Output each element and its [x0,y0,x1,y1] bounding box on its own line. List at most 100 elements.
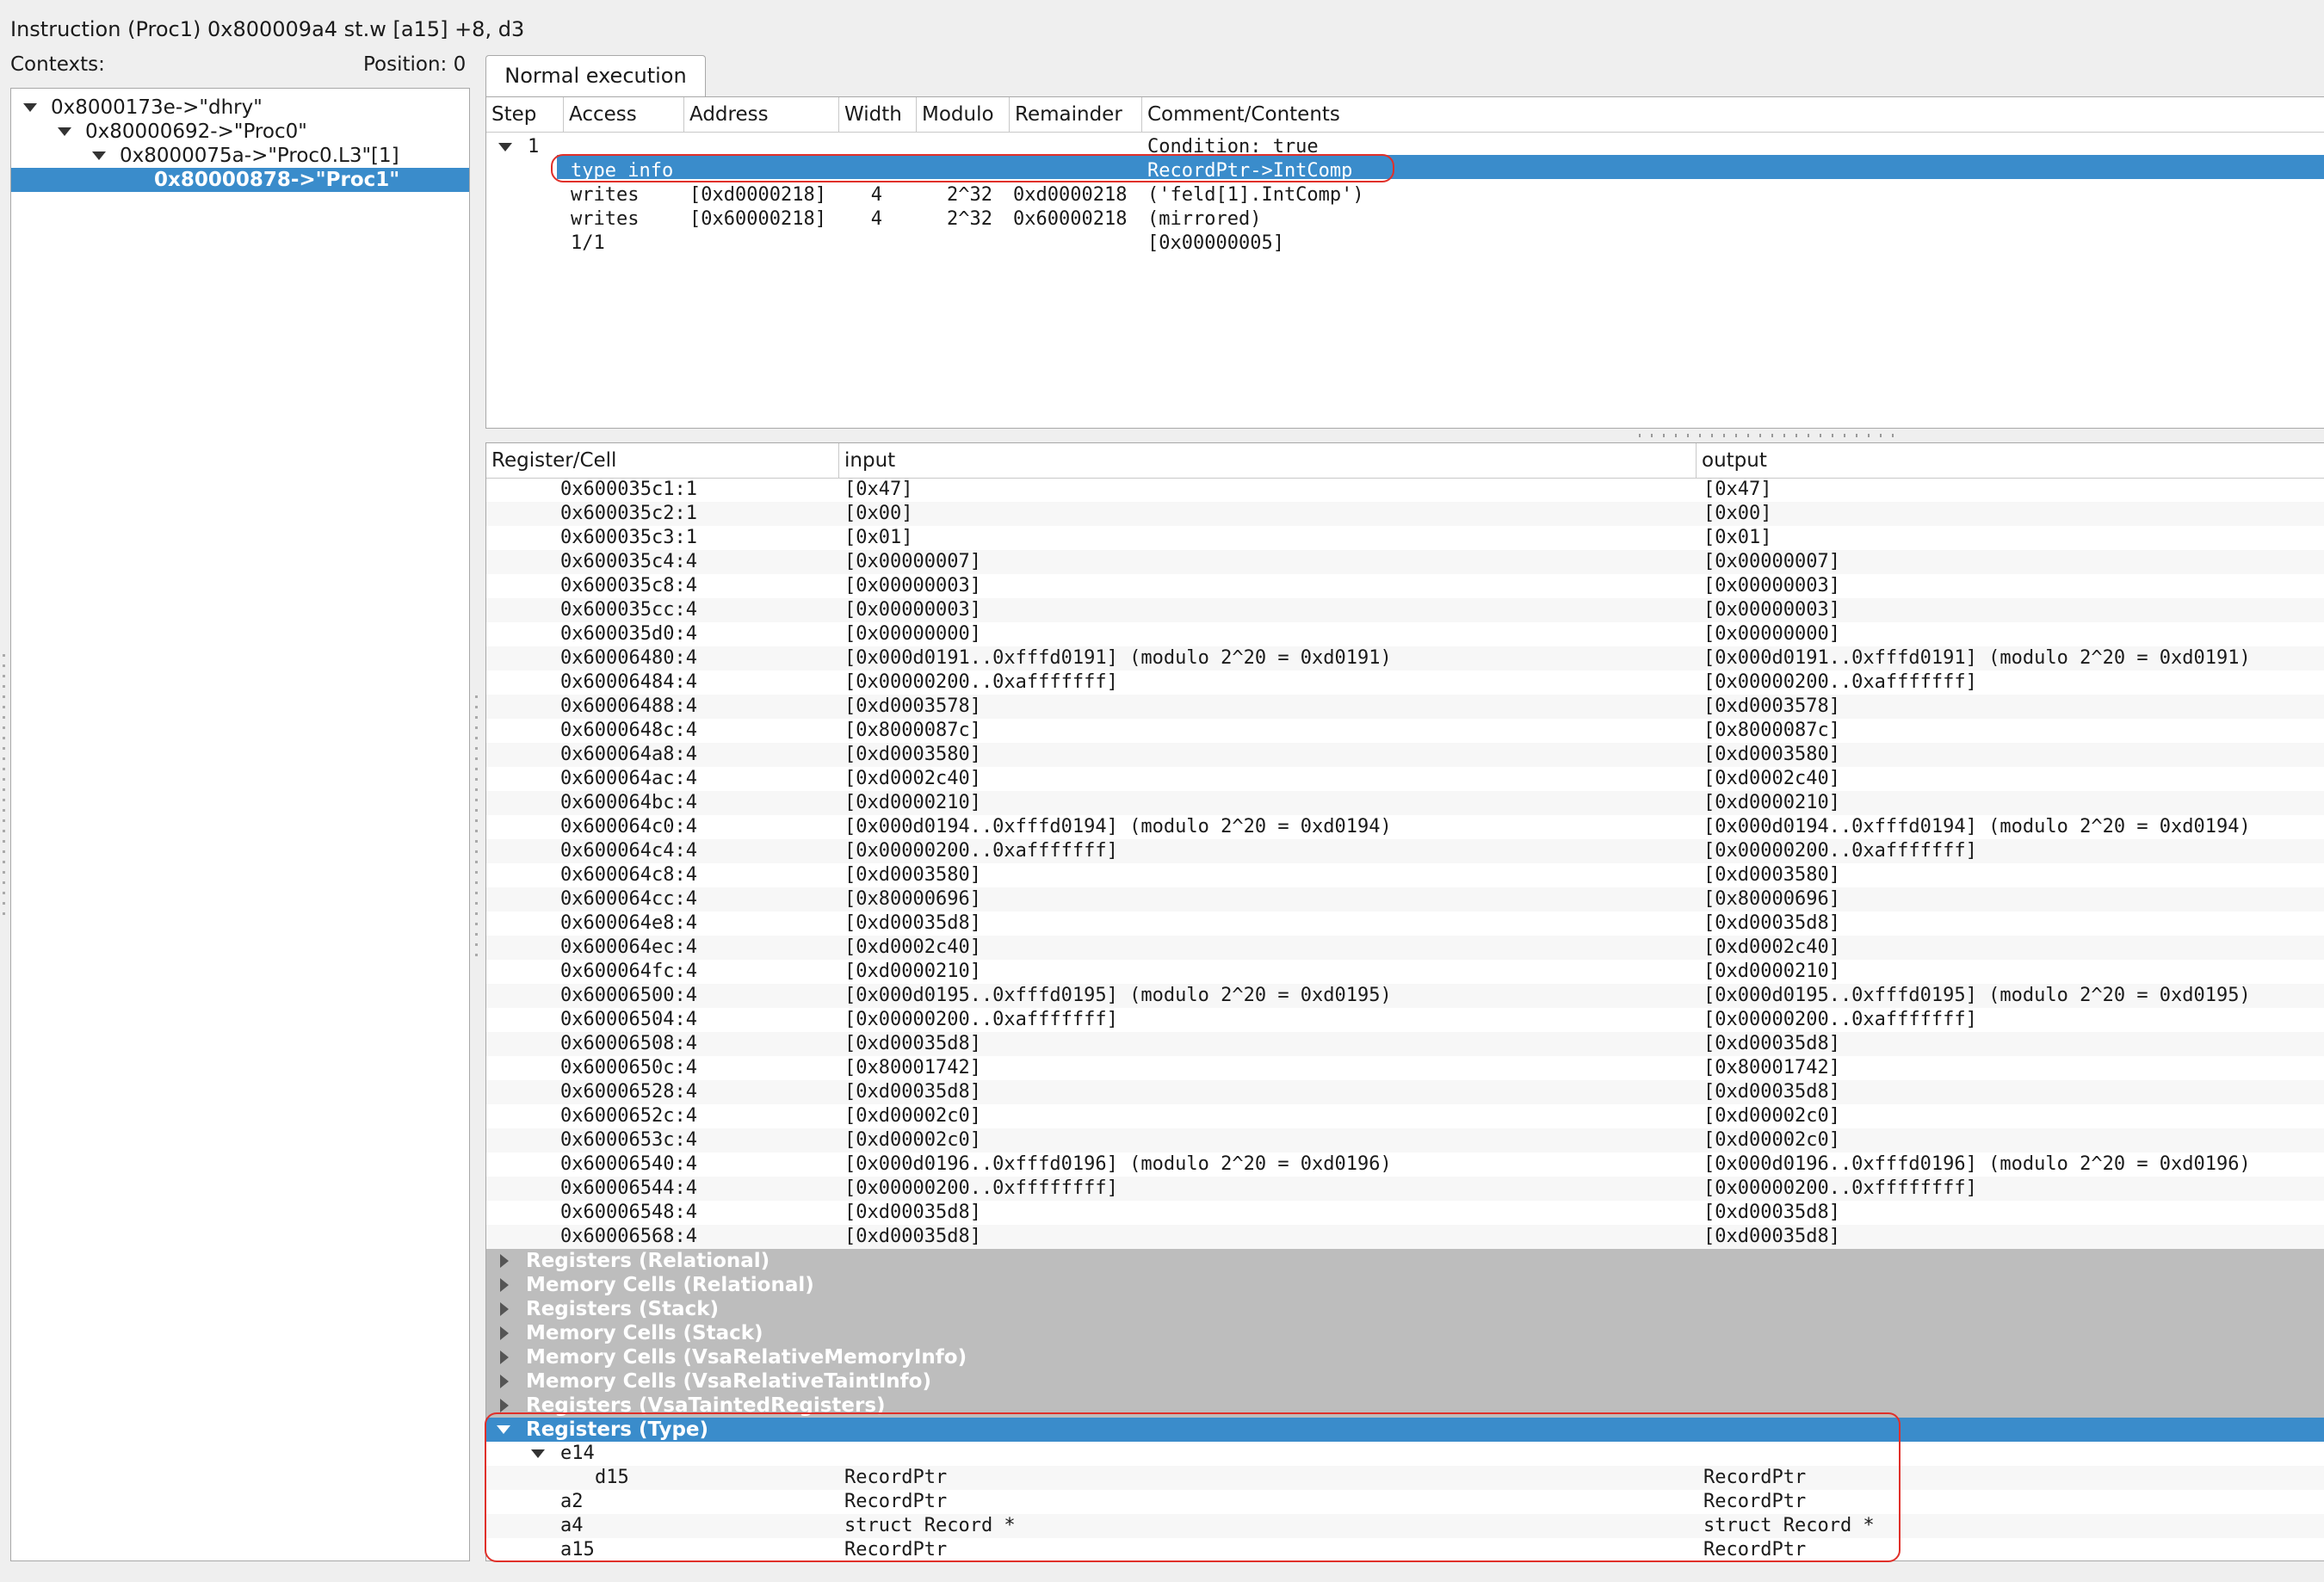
reg-cell-output: [0xd0002c40] [1703,768,1840,789]
table-row[interactable]: 0x6000653c:4 [0xd00002c0] [0xd00002c0] [486,1128,2324,1153]
side-grip [475,943,478,946]
group-header[interactable]: Registers (Relational) [486,1249,2324,1273]
type-row[interactable]: a4 struct Record * struct Record * [486,1514,2324,1538]
expand-arrow-icon[interactable] [500,1350,509,1364]
table-row[interactable]: 0x6000648c:4 [0x8000087c] [0x8000087c] [486,719,2324,743]
table-row[interactable]: 0x600064a8:4 [0xd0003580] [0xd0003580] [486,743,2324,767]
table-row[interactable]: 0x60006508:4 [0xd00035d8] [0xd00035d8] [486,1032,2324,1056]
table-row[interactable]: 0x60006540:4 [0x000d0196..0xfffd0196] (mo… [486,1153,2324,1177]
col-header-access[interactable]: Access [564,97,684,132]
table-row[interactable]: 0x600064cc:4 [0x80000696] [0x80000696] [486,887,2324,912]
type-row[interactable]: d15 RecordPtr RecordPtr [486,1466,2324,1490]
group-header[interactable]: Memory Cells (VsaRelativeMemoryInfo) [486,1345,2324,1369]
reg-cell-input: [0xd0003578] [844,695,981,717]
reg-cell-cell: 0x600064bc:4 [560,792,697,813]
table-row[interactable]: 0x60006480:4 [0x000d0191..0xfffd0191] (mo… [486,646,2324,670]
col-header-modulo[interactable]: Modulo [917,97,1010,132]
contexts-tree[interactable]: 0x8000173e->"dhry" 0x80000692->"Proc0" 0x8… [10,88,470,1561]
reg-cell-output: [0x000d0191..0xfffd0191] (modulo 2^20 = … [1703,647,2251,669]
type-row[interactable]: a2 RecordPtr RecordPtr [486,1490,2324,1514]
type-cell-output: RecordPtr [1703,1467,1807,1488]
col-header-width[interactable]: Width [839,97,917,132]
reg-cell-output: [0x8000087c] [1703,720,1840,741]
expand-arrow-icon[interactable] [58,127,71,136]
table-row[interactable]: 0x60006548:4 [0xd00035d8] [0xd00035d8] [486,1201,2324,1225]
type-row[interactable]: a15 RecordPtr RecordPtr [486,1538,2324,1560]
type-row[interactable]: e14 [486,1442,2324,1466]
reg-cell-output: [0x00] [1703,503,1772,524]
context-item[interactable]: 0x80000692->"Proc0" [11,120,469,144]
expand-arrow-icon[interactable] [500,1302,509,1316]
table-row[interactable]: 0x60006488:4 [0xd0003578] [0xd0003578] [486,695,2324,719]
type-cell-cell: a2 [560,1491,584,1512]
expand-arrow-icon[interactable] [23,103,37,112]
col-header-register-cell[interactable]: Register/Cell [486,443,839,478]
table-row[interactable]: 0x6000652c:4 [0xd00002c0] [0xd00002c0] [486,1104,2324,1128]
group-header[interactable]: Registers (VsaTaintedRegisters) [486,1394,2324,1418]
group-header-type[interactable]: Registers (Type) [486,1418,2324,1442]
col-header-remainder[interactable]: Remainder [1010,97,1142,132]
reg-cell-cell: 0x600064c4:4 [560,840,697,862]
table-row[interactable]: 0x600064c8:4 [0xd0003580] [0xd0003580] [486,863,2324,887]
group-label: Registers (Type) [526,1418,709,1441]
side-grip [475,737,478,739]
expand-arrow-icon[interactable] [500,1326,509,1340]
table-row[interactable]: 0x600035c2:1 [0x00] [0x00] [486,502,2324,526]
col-header-output[interactable]: output [1697,443,2324,478]
context-label: 0x80000692->"Proc0" [85,121,307,143]
col-header-comment[interactable]: Comment/Contents [1142,97,2324,132]
table-row[interactable]: 0x600064ac:4 [0xd0002c40] [0xd0002c40] [486,767,2324,791]
group-label: Memory Cells (VsaRelativeMemoryInfo) [526,1346,967,1369]
table-row[interactable]: 0x6000650c:4 [0x80001742] [0x80001742] [486,1056,2324,1080]
table-row[interactable]: 0x60006500:4 [0x000d0195..0xfffd0195] (mo… [486,984,2324,1008]
group-header[interactable]: Registers (Stack) [486,1297,2324,1321]
side-grip [475,954,478,956]
table-row[interactable]: 0x600035c8:4 [0x00000003] [0x00000003] [486,574,2324,598]
table-row[interactable]: 0x60006568:4 [0xd00035d8] [0xd00035d8] [486,1225,2324,1249]
table-row[interactable]: 0x600064c4:4 [0x00000200..0xafffffff] [0x0… [486,839,2324,863]
table-row[interactable]: 0x60006484:4 [0x00000200..0xafffffff] [0x0… [486,670,2324,695]
table-row[interactable]: 0x600064c0:4 [0x000d0194..0xfffd0194] (mo… [486,815,2324,839]
table-row[interactable]: 0x60006504:4 [0x00000200..0xafffffff] [0x0… [486,1008,2324,1032]
step-cell-modulo [917,232,992,256]
expand-arrow-icon[interactable] [92,151,106,160]
context-item[interactable]: 0x8000173e->"dhry" [11,96,469,120]
reg-cell-input: [0xd0002c40] [844,936,981,958]
table-row[interactable]: 0x600064bc:4 [0xd0000210] [0xd0000210] [486,791,2324,815]
expand-arrow-icon[interactable] [500,1375,509,1388]
table-row[interactable]: 0x600064fc:4 [0xd0000210] [0xd0000210] [486,960,2324,984]
reg-cell-output: [0x00000200..0xafffffff] [1703,1009,1977,1030]
table-row[interactable]: 0x60006528:4 [0xd00035d8] [0xd00035d8] [486,1080,2324,1104]
panel-splitter[interactable] [485,429,2324,442]
expand-arrow-icon[interactable] [500,1254,509,1268]
reg-cell-cell: 0x6000652c:4 [560,1105,697,1127]
expand-arrow-icon[interactable] [500,1278,509,1292]
table-row[interactable]: 0x600064ec:4 [0xd0002c40] [0xd0002c40] [486,936,2324,960]
step-cell-width: 4 [870,184,882,206]
group-header[interactable]: Memory Cells (Stack) [486,1321,2324,1345]
side-grip [475,933,478,936]
col-header-address[interactable]: Address [684,97,839,132]
side-grip [3,747,5,750]
group-header[interactable]: Memory Cells (VsaRelativeTaintInfo) [486,1369,2324,1394]
group-header[interactable]: Memory Cells (Relational) [486,1273,2324,1297]
table-row[interactable]: 0x600035c3:1 [0x01] [0x01] [486,526,2324,550]
side-grip [3,912,5,915]
col-header-step[interactable]: Step [486,97,564,132]
table-row[interactable]: 0x600035d0:4 [0x00000000] [0x00000000] [486,622,2324,646]
table-row[interactable]: 0x600035cc:4 [0x00000003] [0x00000003] [486,598,2324,622]
context-item[interactable]: 0x80000878->"Proc1" [11,168,469,192]
table-row[interactable]: 0x600064e8:4 [0xd00035d8] [0xd00035d8] [486,912,2324,936]
col-header-input[interactable]: input [839,443,1697,478]
context-item[interactable]: 0x8000075a->"Proc0.L3"[1] [11,144,469,168]
table-row[interactable]: 0x60006544:4 [0x00000200..0xffffffff] [0x0… [486,1177,2324,1201]
expand-arrow-icon[interactable] [531,1449,545,1458]
steps-table[interactable]: Step Access Address Width Modulo Remaind… [485,96,2324,429]
tab-normal-execution[interactable]: Normal execution [485,55,706,96]
table-row[interactable]: 0x600035c1:1 [0x47] [0x47] [486,478,2324,502]
table-row[interactable]: 0x600035c4:4 [0x00000007] [0x00000007] [486,550,2324,574]
register-table[interactable]: Register/Cell input output 0x600035c1:1 [… [485,442,2324,1561]
expand-arrow-icon[interactable] [498,143,512,151]
expand-arrow-icon[interactable] [500,1399,509,1412]
expand-arrow-icon[interactable] [497,1425,510,1434]
